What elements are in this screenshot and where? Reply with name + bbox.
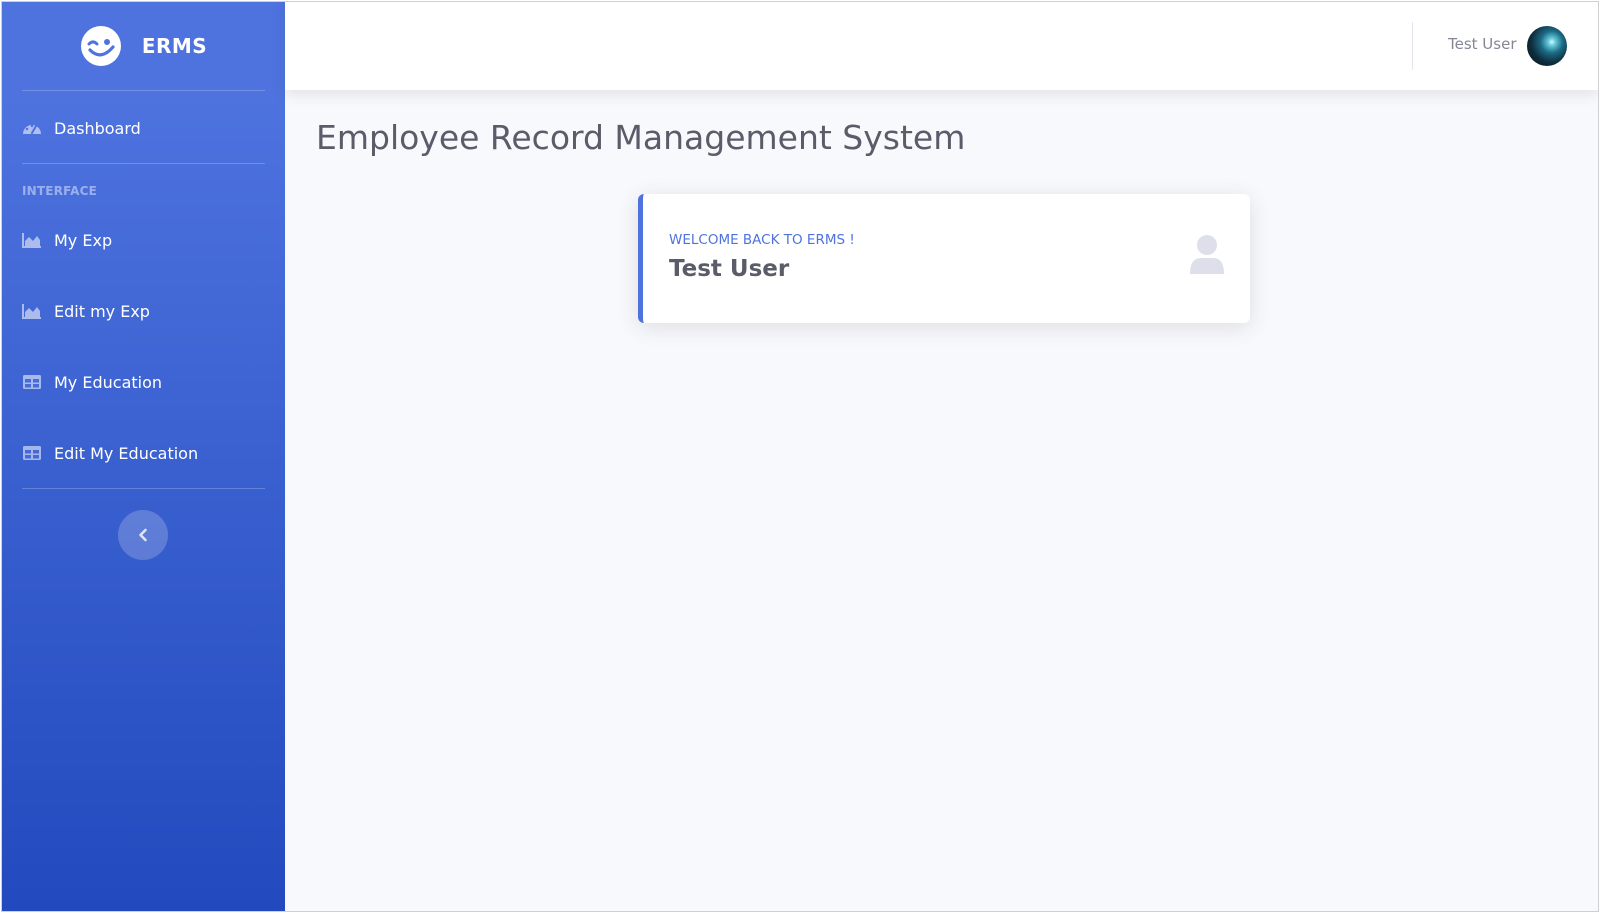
table-icon [22, 445, 42, 461]
page-title: Employee Record Management System [316, 118, 966, 157]
chevron-left-icon [139, 528, 147, 542]
sidebar-heading-interface: INTERFACE [22, 184, 98, 198]
welcome-card: WELCOME BACK TO ERMS ! Test User [638, 194, 1250, 323]
sidebar-item-dashboard[interactable]: Dashboard [22, 108, 265, 148]
user-avatar[interactable] [1527, 26, 1567, 66]
user-dropdown-name[interactable]: Test User [1448, 35, 1517, 53]
sidebar-toggle-button[interactable] [118, 510, 168, 560]
sidebar-item-my-exp[interactable]: My Exp [22, 220, 265, 260]
sidebar-item-label: Edit my Exp [54, 301, 150, 321]
sidebar-item-label: Edit My Education [54, 443, 199, 463]
welcome-card-label: WELCOME BACK TO ERMS ! [669, 232, 855, 248]
welcome-card-user-name: Test User [669, 256, 790, 282]
sidebar: ERMS Dashboard INTERFACE My Exp Edit my … [2, 2, 285, 911]
sidebar-item-label: Dashboard [54, 118, 141, 138]
sidebar-divider [22, 90, 265, 91]
sidebar-item-label: My Education [54, 372, 163, 392]
brand-link[interactable]: ERMS [2, 2, 285, 90]
area-chart-icon [22, 303, 42, 319]
area-chart-icon [22, 232, 42, 248]
tachometer-icon [22, 120, 42, 136]
app-window: ERMS Dashboard INTERFACE My Exp Edit my … [1, 1, 1599, 912]
sidebar-item-label: My Exp [54, 230, 113, 250]
topbar-divider [1412, 22, 1413, 70]
sidebar-item-edit-my-education[interactable]: Edit My Education [22, 433, 265, 473]
user-icon [1190, 235, 1224, 274]
sidebar-item-my-education[interactable]: My Education [22, 362, 265, 402]
wink-face-icon [80, 26, 121, 66]
sidebar-item-edit-my-exp[interactable]: Edit my Exp [22, 291, 265, 331]
sidebar-divider [22, 163, 265, 164]
sidebar-divider [22, 488, 265, 489]
brand-name: ERMS [141, 34, 208, 58]
topbar: Test User [285, 2, 1598, 90]
table-icon [22, 374, 42, 390]
